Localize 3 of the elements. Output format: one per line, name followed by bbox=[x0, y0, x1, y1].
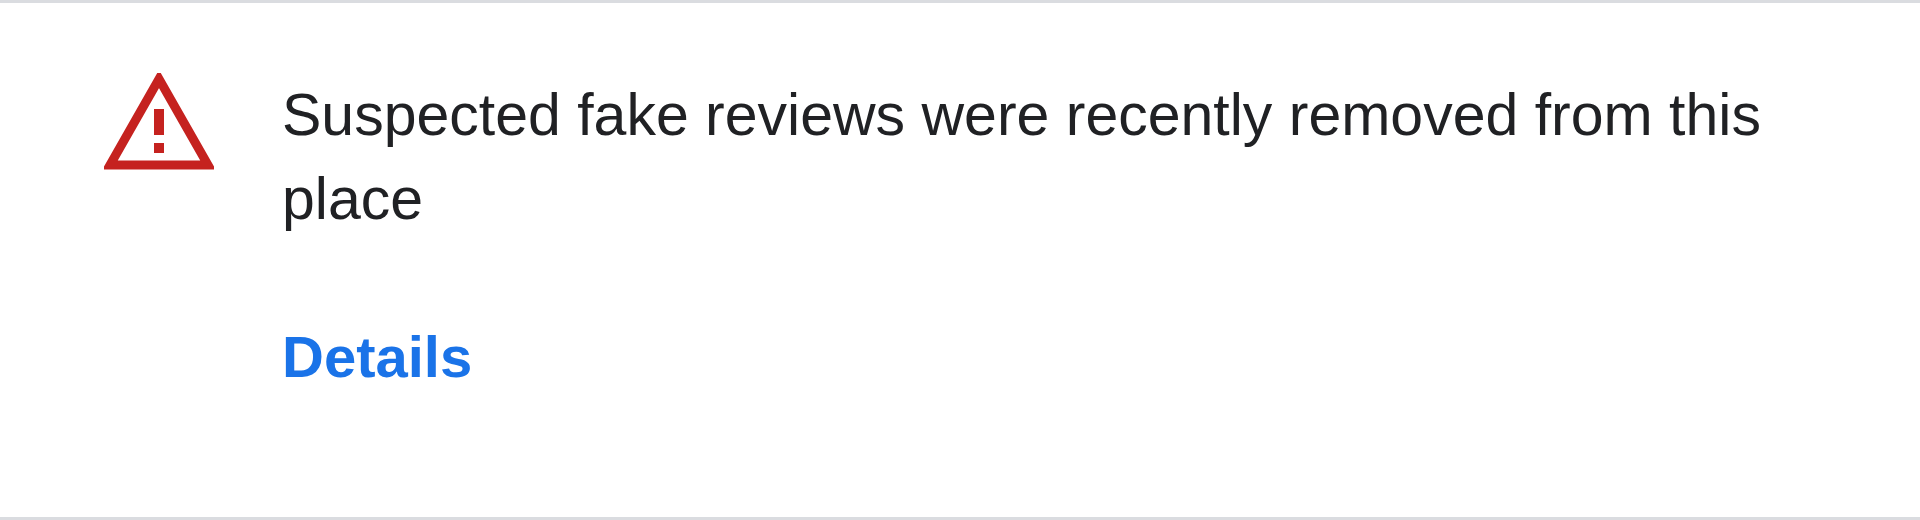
warning-message: Suspected fake reviews were recently removed from this place bbox=[282, 81, 1762, 234]
details-link[interactable]: Details bbox=[282, 323, 473, 390]
warning-icon bbox=[104, 73, 214, 171]
